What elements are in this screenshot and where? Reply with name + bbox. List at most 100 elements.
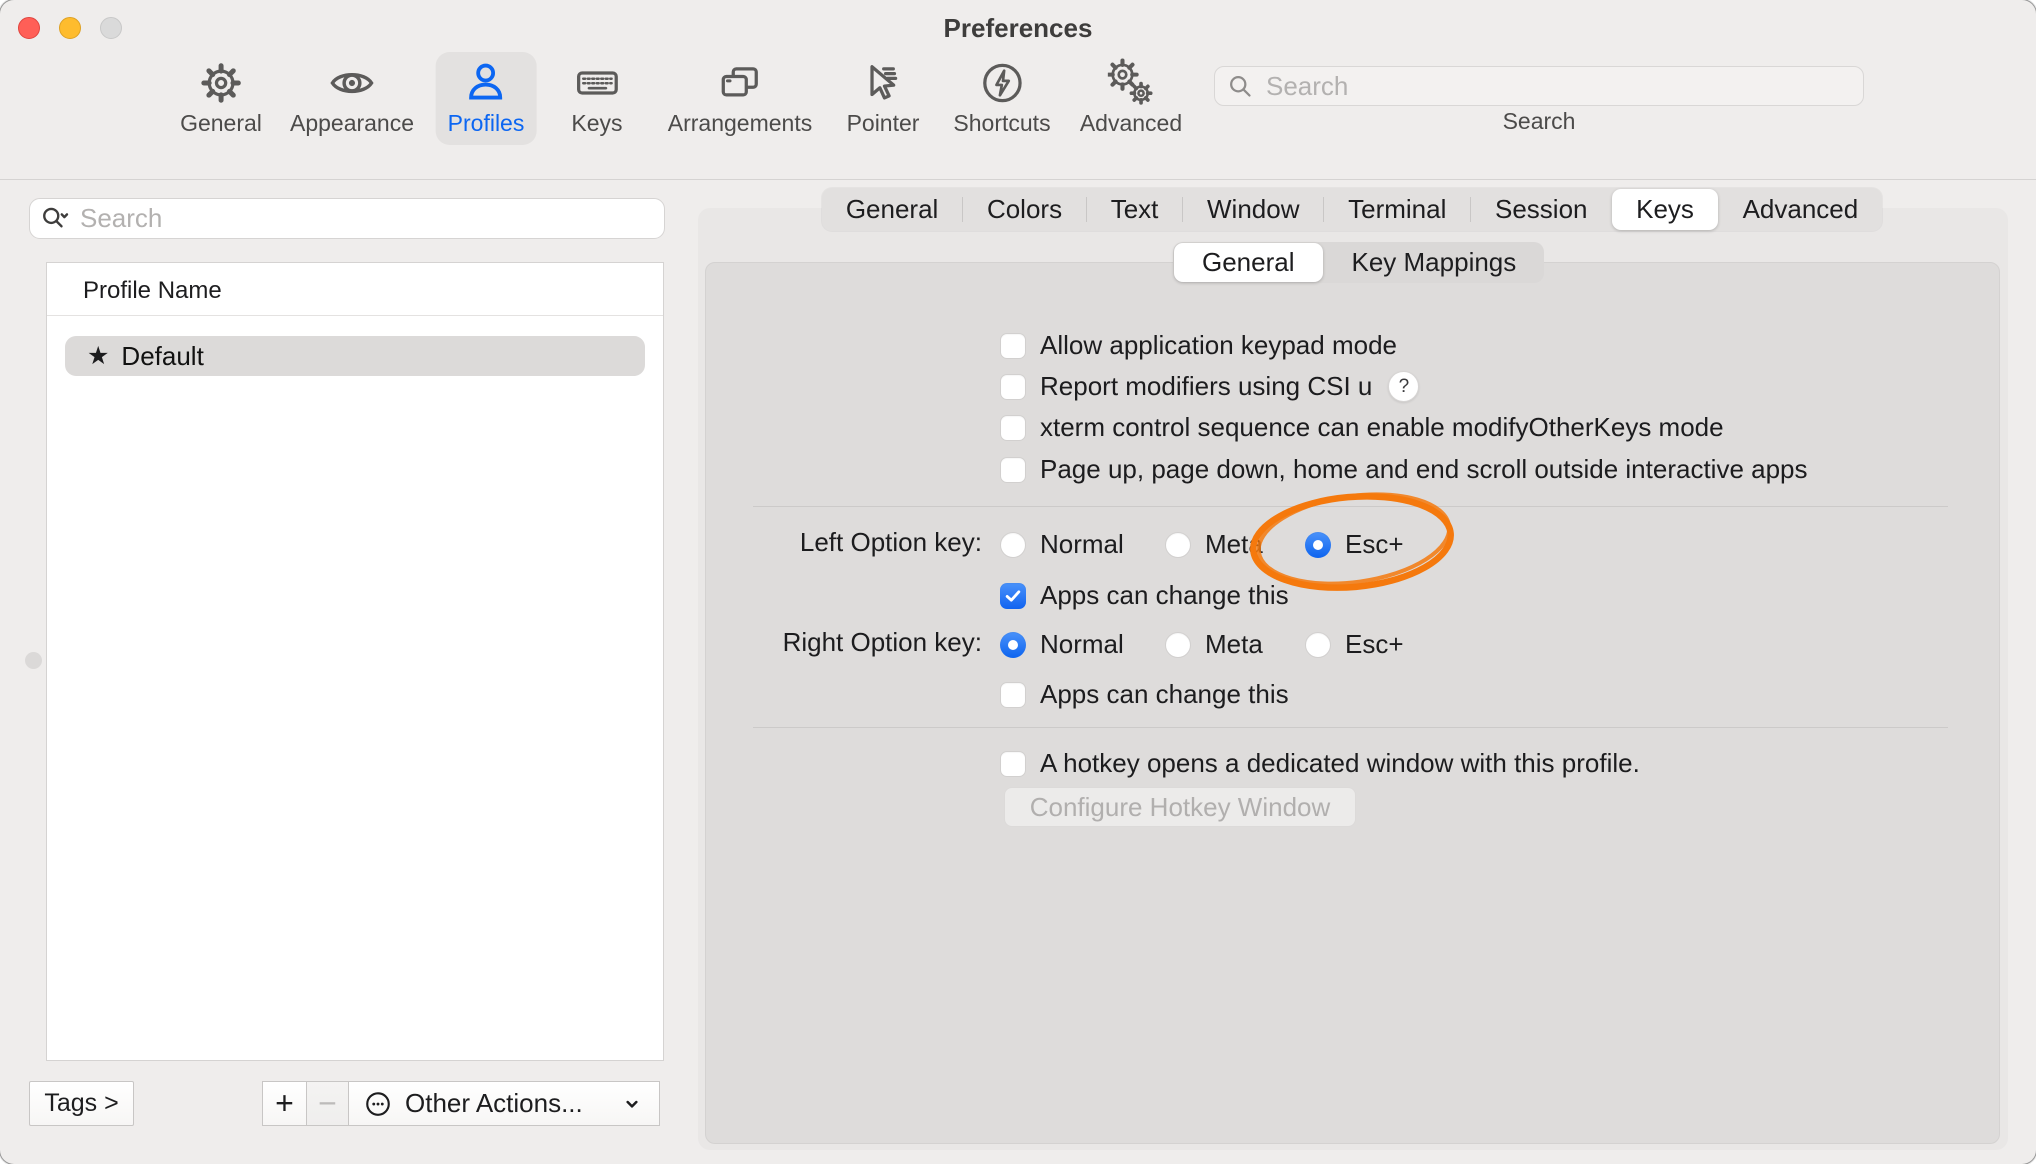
profile-name: Default [121,341,203,372]
toolbar-item-shortcuts[interactable]: Shortcuts [941,52,1062,145]
right-option-key-label: Right Option key: [700,627,982,657]
tab-session[interactable]: Session [1471,188,1611,231]
checkbox-row: Allow application keypad mode [1000,330,1397,361]
profile-row-default[interactable]: ★ Default [65,336,645,376]
configure-hotkey-window-button: Configure Hotkey Window [1004,787,1356,827]
radio-option: Esc+ [1305,529,1404,560]
radio-label: Esc+ [1345,629,1404,660]
other-actions-dropdown[interactable]: Other Actions... [348,1081,660,1126]
ellipsis-circle-icon [363,1089,393,1119]
toolbar-label: Keys [571,110,622,137]
profile-search-field[interactable] [29,198,665,239]
preferences-window: Preferences General Appearance Profiles … [0,0,2036,1164]
window-edge-dot [25,652,42,669]
bolt-circle-icon [979,58,1025,108]
tab-text[interactable]: Text [1087,188,1182,231]
cursor-icon [860,58,906,108]
left-option-key-label: Left Option key: [700,527,982,557]
keys-subtabbar: General Key Mappings [1173,242,1544,283]
divider [47,315,663,316]
toolbar-item-profiles[interactable]: Profiles [436,52,537,145]
checkbox-label: xterm control sequence can enable modify… [1040,412,1724,443]
tab-window[interactable]: Window [1183,188,1323,231]
radio-label: Meta [1205,629,1263,660]
toolbar-item-appearance[interactable]: Appearance [278,52,426,145]
section-divider [753,506,1948,507]
tags-button[interactable]: Tags > [29,1081,134,1126]
checkbox-hotkey-window[interactable] [1000,751,1026,777]
toolbar-label: Advanced [1080,110,1182,137]
checkbox-row: Apps can change this [1000,679,1289,710]
toolbar-label: General [180,110,262,137]
toolbar-label: Shortcuts [953,110,1050,137]
radio-option: Meta [1165,529,1263,560]
add-profile-button[interactable]: + [262,1081,306,1126]
tab-terminal[interactable]: Terminal [1324,188,1470,231]
profile-actions-group: + − Other Actions... [262,1081,660,1126]
profile-list: Profile Name ★ Default [46,262,664,1061]
checkbox-row: Apps can change this [1000,580,1289,611]
toolbar-item-keys[interactable]: Keys [559,52,634,145]
keyboard-icon [574,58,620,108]
radio-left-esc[interactable] [1305,532,1331,558]
radio-left-normal[interactable] [1000,532,1026,558]
radio-right-meta[interactable] [1165,632,1191,658]
person-icon [463,58,509,108]
checkbox-label: Report modifiers using CSI u [1040,371,1372,402]
profile-tabbar: General Colors Text Window Terminal Sess… [822,188,1882,231]
checkbox-label: A hotkey opens a dedicated window with t… [1040,748,1640,779]
checkbox-csi-u[interactable] [1000,374,1026,400]
checkbox-scroll-outside[interactable] [1000,457,1026,483]
search-icon [1227,73,1254,100]
toolbar-item-advanced[interactable]: Advanced [1068,52,1194,145]
tab-advanced[interactable]: Advanced [1719,188,1882,231]
scoped-search-icon [40,204,70,234]
eye-icon [329,58,375,108]
checkbox-row: Page up, page down, home and end scroll … [1000,454,1808,485]
toolbar-item-pointer[interactable]: Pointer [835,52,932,145]
toolbar-search-field[interactable] [1214,66,1864,106]
help-button[interactable]: ? [1388,371,1419,402]
checkbox-row: Report modifiers using CSI u ? [1000,371,1419,402]
tab-keys[interactable]: Keys [1612,189,1717,230]
radio-option: Normal [1000,629,1124,660]
profile-search-input[interactable] [78,202,654,235]
radio-label: Esc+ [1345,529,1404,560]
profile-list-header: Profile Name [83,277,222,305]
remove-profile-button: − [306,1081,348,1126]
radio-option: Normal [1000,529,1124,560]
subtab-general[interactable]: General [1174,243,1323,282]
checkbox-label: Page up, page down, home and end scroll … [1040,454,1808,485]
toolbar-item-arrangements[interactable]: Arrangements [656,52,824,145]
toolbar-label: Pointer [847,110,920,137]
radio-left-meta[interactable] [1165,532,1191,558]
checkbox-label: Apps can change this [1040,580,1289,611]
toolbar-divider [0,179,2036,180]
star-icon: ★ [87,341,109,371]
gear-icon [198,58,244,108]
radio-label: Normal [1040,629,1124,660]
tab-colors[interactable]: Colors [963,188,1086,231]
checkbox-right-apps-can-change[interactable] [1000,682,1026,708]
toolbar-search-input[interactable] [1264,70,1851,103]
checkbox-keypad-mode[interactable] [1000,333,1026,359]
chevron-down-icon [619,1091,645,1117]
radio-label: Meta [1205,529,1263,560]
tab-general[interactable]: General [822,188,962,231]
radio-right-esc[interactable] [1305,632,1331,658]
radio-right-normal[interactable] [1000,632,1026,658]
toolbar-item-general[interactable]: General [168,52,274,145]
checkbox-label: Allow application keypad mode [1040,330,1397,361]
section-divider [753,727,1948,728]
radio-label: Normal [1040,529,1124,560]
gears-icon [1108,58,1154,108]
subtab-key-mappings[interactable]: Key Mappings [1324,242,1545,283]
checkbox-left-apps-can-change[interactable] [1000,583,1026,609]
other-actions-label: Other Actions... [405,1088,583,1119]
checkbox-modify-other-keys[interactable] [1000,415,1026,441]
toolbar-search-caption: Search [1389,108,1689,135]
toolbar-label: Profiles [448,110,525,137]
radio-option: Meta [1165,629,1263,660]
toolbar-label: Appearance [290,110,414,137]
checkbox-row: A hotkey opens a dedicated window with t… [1000,748,1640,779]
